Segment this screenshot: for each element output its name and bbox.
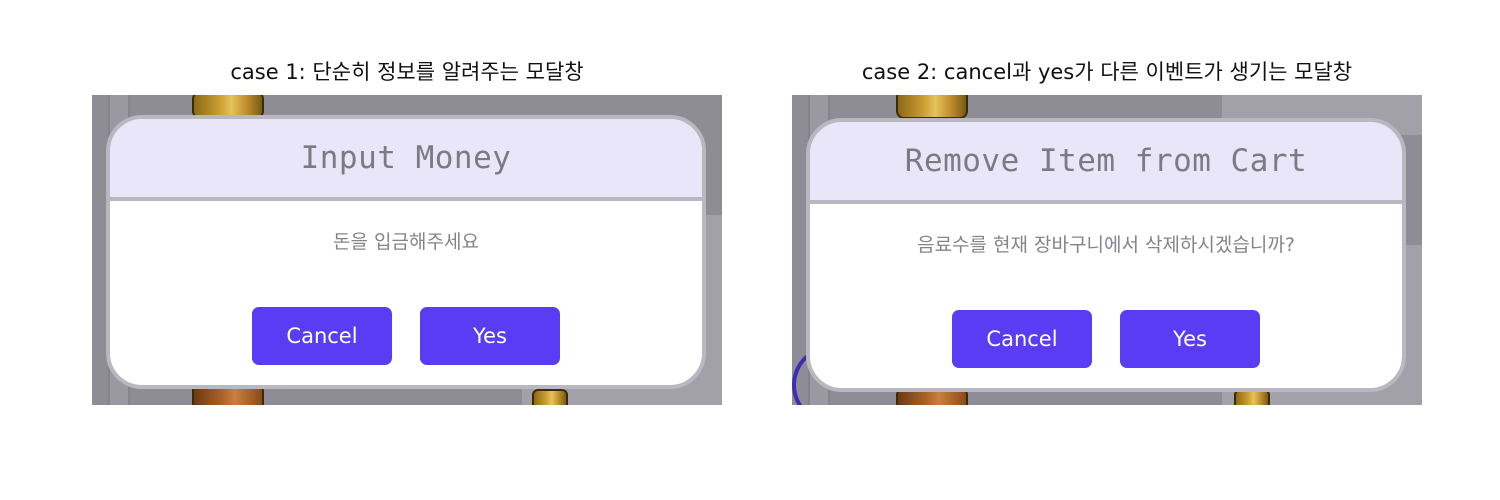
modal-button-row: Cancel Yes [110,307,702,365]
background-drink-can [896,95,968,119]
modal-button-row: Cancel Yes [810,310,1402,368]
modal-title: Remove Item from Cart [904,143,1308,179]
input-money-modal: Input Money 돈을 입금해주세요 Cancel Yes [106,115,706,389]
modal-message: 음료수를 현재 장바구니에서 삭제하시겠습니까? [917,234,1295,256]
modal-title: Input Money [300,140,512,176]
remove-item-modal: Remove Item from Cart 음료수를 현재 장바구니에서 삭제하… [806,118,1406,392]
background-drink-can [532,389,568,405]
cancel-button[interactable]: Cancel [952,310,1092,368]
modal-header: Input Money [110,119,702,201]
yes-button[interactable]: Yes [1120,310,1260,368]
modal-message: 돈을 입금해주세요 [333,231,479,253]
modal-header: Remove Item from Cart [810,122,1402,204]
case-1-screen: Input Money 돈을 입금해주세요 Cancel Yes [92,95,722,405]
yes-button[interactable]: Yes [420,307,560,365]
case-1-caption: case 1: 단순히 정보를 알려주는 모달창 [230,60,584,84]
case-2-panel: case 2: cancel과 yes가 다른 이벤트가 생기는 모달창 Rem… [792,0,1422,500]
case-2-screen: Remove Item from Cart 음료수를 현재 장바구니에서 삭제하… [792,95,1422,405]
case-1-panel: case 1: 단순히 정보를 알려주는 모달창 Input Money 돈을 … [92,0,722,500]
case-2-caption: case 2: cancel과 yes가 다른 이벤트가 생기는 모달창 [861,60,1353,84]
cancel-button[interactable]: Cancel [252,307,392,365]
